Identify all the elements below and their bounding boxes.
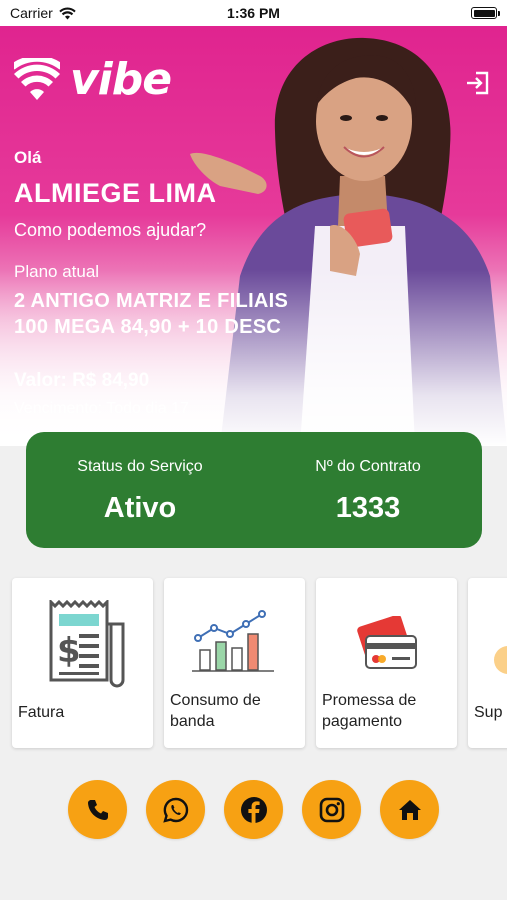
card-fatura[interactable]: $ Fatura [12, 578, 153, 748]
whatsapp-icon [162, 797, 188, 823]
plan-name: 2 ANTIGO MATRIZ E FILIAIS 100 MEGA 84,90… [14, 290, 289, 338]
bar-chart-icon [191, 610, 274, 672]
service-status: Status do Serviço Ativo [26, 432, 254, 548]
contract-number-value: 1333 [335, 492, 401, 524]
user-name: ALMIEGE LIMA [14, 178, 217, 208]
logout-icon [467, 71, 489, 95]
home-icon [398, 799, 421, 820]
card-suporte-label: Sup [474, 704, 503, 721]
plan-label: Plano atual [14, 262, 100, 281]
instagram-icon [319, 797, 344, 822]
plan-price: Valor: R$ 84,90 [14, 370, 150, 391]
status-bar: Carrier 1:36 PM [0, 0, 507, 26]
whatsapp-button[interactable] [146, 780, 205, 839]
instagram-button[interactable] [302, 780, 361, 839]
service-status-value: Ativo [103, 492, 177, 524]
wifi-logo-icon [14, 58, 60, 100]
clock: 1:36 PM [227, 5, 280, 21]
facebook-icon [240, 796, 267, 823]
card-suporte[interactable]: Sup [468, 578, 507, 748]
contract-number: Nº do Contrato 1333 [254, 432, 482, 548]
card-promessa[interactable]: Promessa de pagamento [316, 578, 457, 748]
vibe-logo: vibe [14, 54, 172, 105]
due-date: Vencimento: Todo dia 17 [14, 400, 189, 417]
shortcut-cards[interactable]: $ Fatura Consumo de banda Promessa de pa… [0, 574, 507, 760]
service-status-label: Status do Serviço [77, 458, 203, 475]
carrier-label: Carrier [10, 5, 53, 21]
support-icon [494, 646, 507, 674]
logo-text: vibe [70, 54, 172, 105]
service-status-card: Status do Serviço Ativo Nº do Contrato 1… [26, 432, 482, 548]
battery-icon [471, 7, 500, 19]
credit-card-icon [356, 616, 417, 669]
wifi-icon [59, 7, 76, 19]
card-consumo-label: Consumo de banda [170, 692, 261, 730]
facebook-button[interactable] [224, 780, 283, 839]
help-prompt: Como podemos ajudar? [14, 220, 207, 240]
card-fatura-label: Fatura [18, 704, 65, 721]
hero-banner: vibe Olá ALMIEGE LIMA Como podemos ajuda… [0, 26, 507, 446]
contract-number-label: Nº do Contrato [315, 458, 421, 475]
home-button[interactable] [380, 780, 439, 839]
greeting-hello: Olá [14, 148, 42, 167]
card-promessa-label: Promessa de pagamento [322, 692, 417, 730]
svg-text:$: $ [57, 631, 81, 671]
invoice-icon: $ [49, 600, 124, 688]
phone-button[interactable] [68, 780, 127, 839]
phone-icon [87, 799, 108, 820]
social-buttons [0, 780, 507, 839]
card-consumo[interactable]: Consumo de banda [164, 578, 305, 748]
logout-button[interactable] [465, 70, 491, 101]
